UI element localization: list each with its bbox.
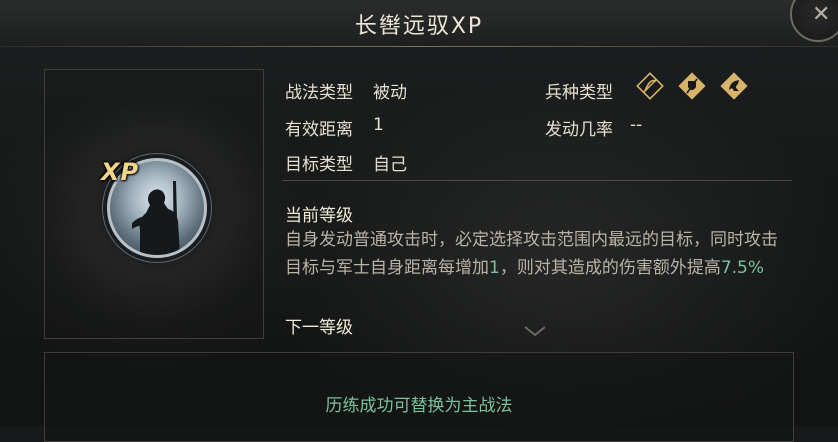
footer-message: 历练成功可替换为主战法 [325, 396, 513, 416]
trigger-rate-label: 发动几率 [545, 120, 613, 140]
cavalry-icon [720, 72, 748, 100]
desc-highlight-distance: 1 [489, 258, 500, 278]
title-divider [0, 46, 838, 47]
trigger-rate-value: -- [630, 115, 643, 135]
chevron-down-icon[interactable] [523, 324, 547, 338]
shield-infantry-icon [678, 72, 706, 100]
close-icon[interactable]: ✕ [812, 2, 830, 27]
tactic-type-value: 被动 [373, 83, 407, 103]
page-title: 长辔远驭XP [354, 14, 484, 39]
current-level-description: 自身发动普通攻击时，必定选择攻击范围内最远的目标，同时攻击目标与军士自身距离每增… [285, 226, 790, 282]
archer-icon [636, 72, 664, 100]
footer-panel: 历练成功可替换为主战法 [44, 352, 794, 442]
xp-badge: XP [101, 158, 140, 186]
section-divider [282, 180, 792, 181]
range-value: 1 [373, 115, 384, 135]
skill-icon-panel: XP [44, 69, 264, 339]
desc-highlight-percent: 7.5% [720, 258, 765, 278]
current-level-heading: 当前等级 [285, 206, 353, 226]
range-label: 有效距离 [285, 120, 353, 140]
troop-type-label: 兵种类型 [545, 83, 613, 103]
tactic-type-label: 战法类型 [285, 83, 353, 103]
next-level-heading: 下一等级 [285, 318, 353, 338]
target-type-value: 自己 [373, 155, 407, 175]
target-type-label: 目标类型 [285, 155, 353, 175]
desc-text-part2: ，则对其造成的伤害额外提高 [499, 258, 721, 278]
